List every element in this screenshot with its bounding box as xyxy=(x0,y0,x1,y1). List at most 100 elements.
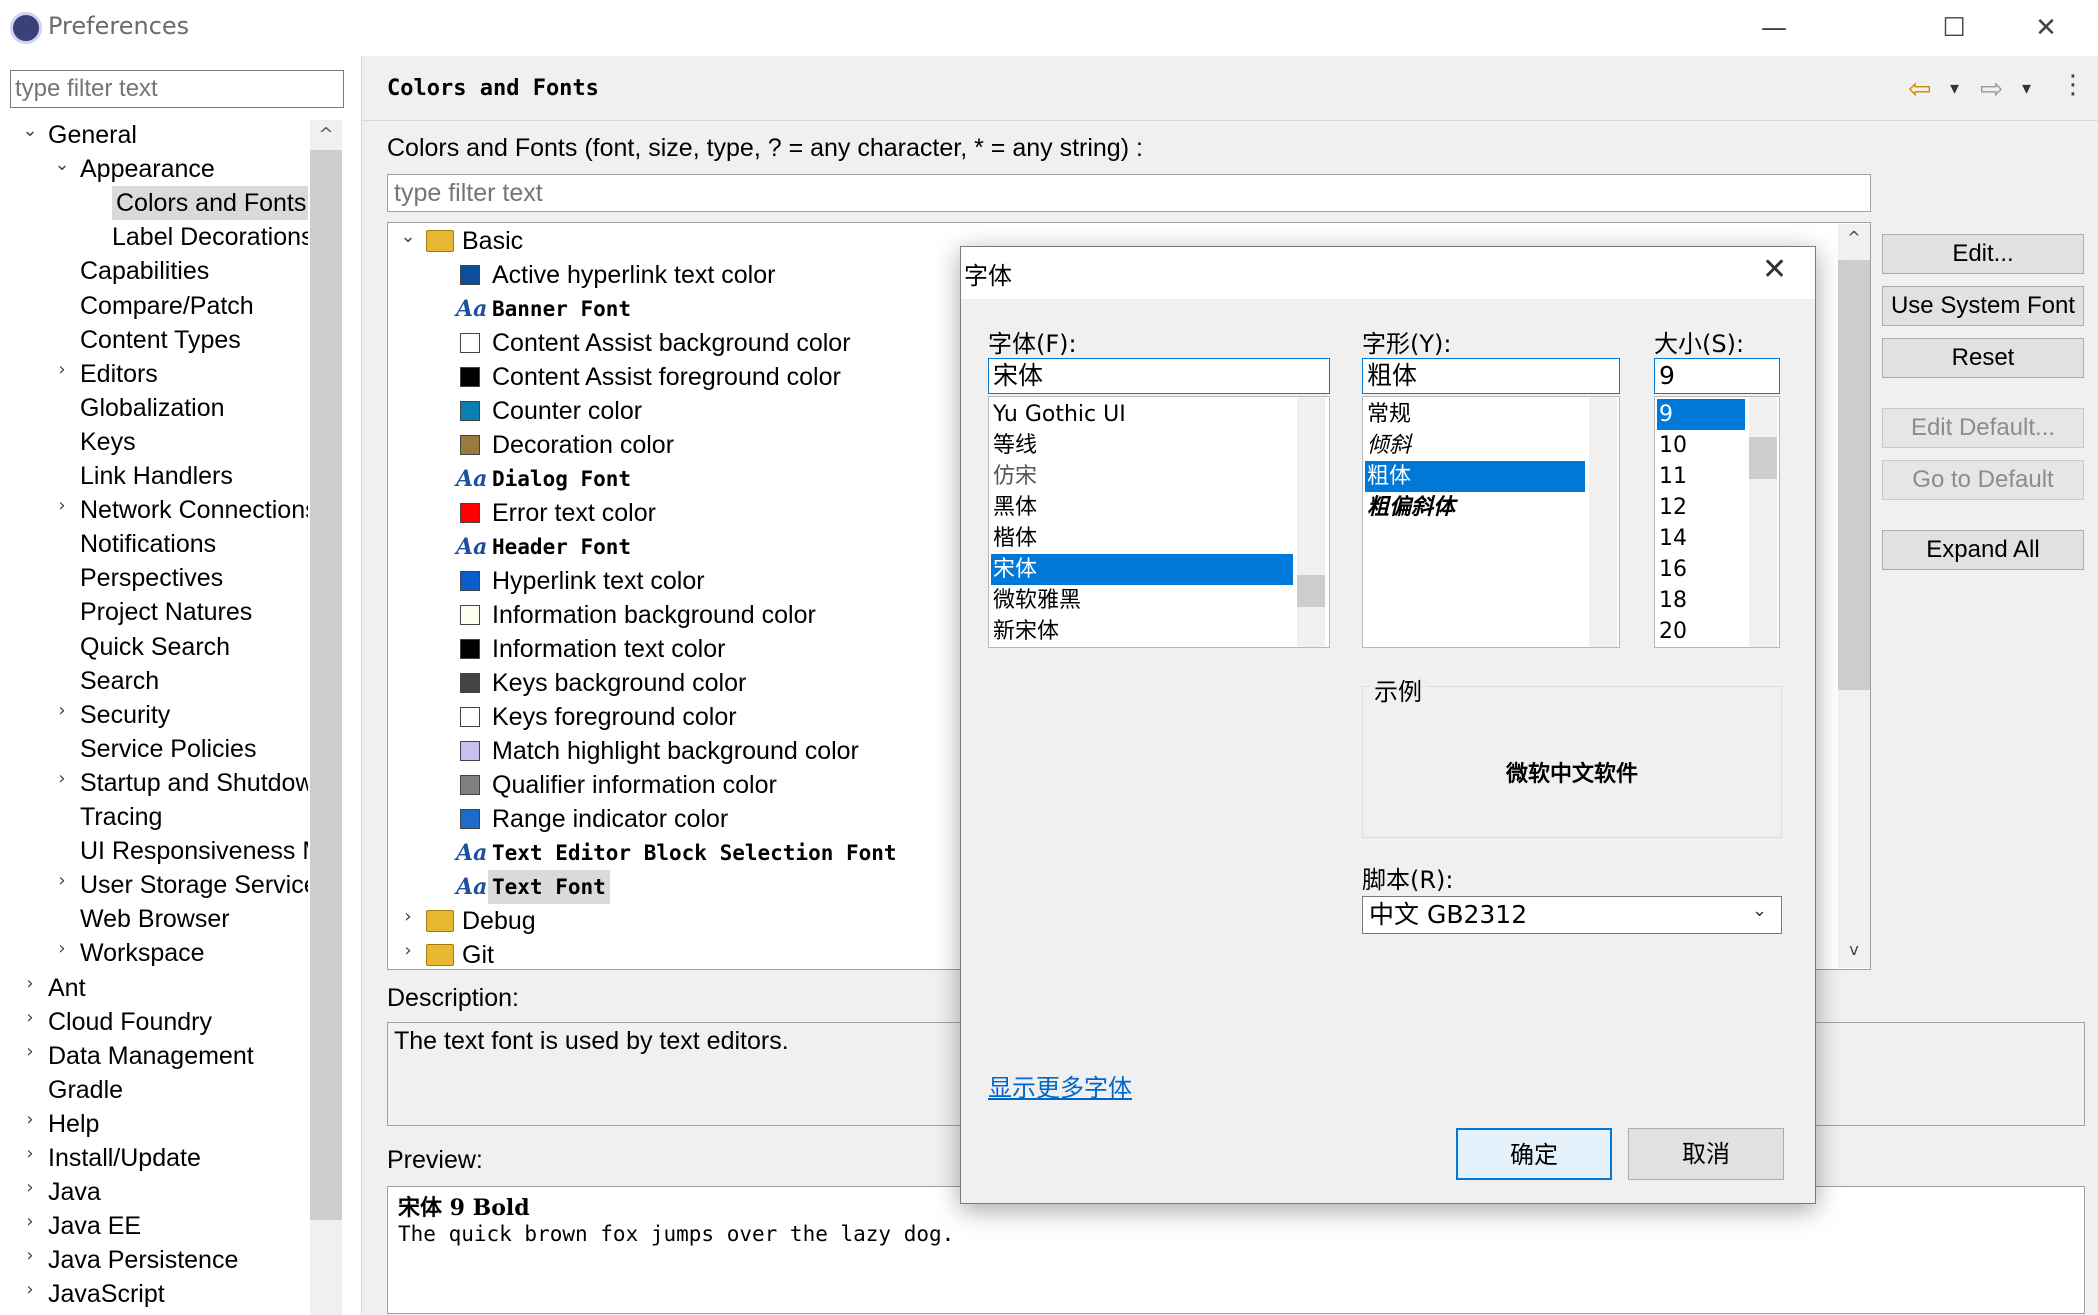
cancel-button[interactable]: 取消 xyxy=(1628,1128,1784,1180)
font-style-input[interactable]: 粗体 xyxy=(1362,358,1620,394)
color-font-item[interactable]: Content Assist foreground color xyxy=(492,360,841,394)
tree-item[interactable]: Project Natures xyxy=(80,595,308,629)
tree-expand-arrow-icon[interactable]: › xyxy=(20,1211,40,1232)
color-font-item[interactable]: Keys foreground color xyxy=(492,700,737,734)
tree-expand-arrow-icon[interactable]: › xyxy=(20,1041,40,1062)
color-font-item[interactable]: Information text color xyxy=(492,632,725,666)
tree-item[interactable]: Appearance xyxy=(80,152,308,186)
font-dialog-close-icon[interactable]: ✕ xyxy=(1762,252,1787,287)
style-list-scrollbar[interactable] xyxy=(1589,397,1617,647)
group-expand-arrow-icon[interactable]: › xyxy=(398,906,418,927)
colors-tree-scroll-up-icon[interactable]: ^ xyxy=(1838,228,1870,247)
color-font-item[interactable]: Banner Font xyxy=(492,292,631,326)
tree-expand-arrow-icon[interactable]: › xyxy=(52,938,72,959)
tree-item[interactable]: Label Decorations xyxy=(112,220,308,254)
tree-item[interactable]: Java xyxy=(48,1175,308,1209)
tree-item[interactable]: Help xyxy=(48,1107,308,1141)
tree-item[interactable]: Security xyxy=(80,698,308,732)
font-list-item[interactable]: 宋体 xyxy=(991,554,1293,585)
show-more-fonts-link[interactable]: 显示更多字体 xyxy=(988,1068,1132,1103)
tree-expand-arrow-icon[interactable]: › xyxy=(20,1177,40,1198)
tree-item[interactable]: Content Types xyxy=(80,323,308,357)
font-list-item[interactable]: 仿宋 xyxy=(991,461,1293,492)
font-list-item[interactable]: 等线 xyxy=(991,430,1293,461)
tree-item[interactable]: Web Browser xyxy=(80,902,308,936)
style-list-item[interactable]: 粗体 xyxy=(1365,461,1585,492)
font-list-item[interactable]: 微软雅黑 xyxy=(991,585,1293,616)
expand-all-button[interactable]: Expand All xyxy=(1882,530,2084,570)
size-list-scrollbar-thumb[interactable] xyxy=(1749,437,1777,479)
tree-expand-arrow-icon[interactable]: › xyxy=(52,870,72,891)
tree-item[interactable]: Globalization xyxy=(80,391,308,425)
color-font-item[interactable]: Information background color xyxy=(492,598,816,632)
size-list-item[interactable]: 16 xyxy=(1657,554,1745,585)
tree-item[interactable]: Link Handlers xyxy=(80,459,308,493)
size-list-item[interactable]: 18 xyxy=(1657,585,1745,616)
tree-item[interactable]: Capabilities xyxy=(80,254,308,288)
tree-item[interactable]: Notifications xyxy=(80,527,308,561)
tree-item[interactable]: Service Policies xyxy=(80,732,308,766)
size-list-item[interactable]: 11 xyxy=(1657,461,1745,492)
tree-item[interactable]: Compare/Patch xyxy=(80,289,308,323)
back-dropdown-icon[interactable]: ▾ xyxy=(1950,78,1959,99)
group-expand-arrow-icon[interactable]: › xyxy=(398,940,418,961)
use-system-font-button[interactable]: Use System Font xyxy=(1882,286,2084,326)
color-font-item[interactable]: Content Assist background color xyxy=(492,326,851,360)
size-list-item[interactable]: 14 xyxy=(1657,523,1745,554)
tree-item[interactable]: Perspectives xyxy=(80,561,308,595)
color-font-item[interactable]: Decoration color xyxy=(492,428,674,462)
minimize-button[interactable]: — xyxy=(1728,6,1820,50)
go-to-default-button[interactable]: Go to Default xyxy=(1882,460,2084,500)
ok-button[interactable]: 确定 xyxy=(1456,1128,1612,1180)
font-list-scrollbar-thumb[interactable] xyxy=(1297,575,1325,607)
tree-item[interactable]: Workspace xyxy=(80,936,308,970)
style-list-item[interactable]: 倾斜 xyxy=(1365,430,1585,461)
font-family-input[interactable]: 宋体 xyxy=(988,358,1330,394)
tree-expand-arrow-icon[interactable]: › xyxy=(52,768,72,789)
color-font-item[interactable]: Dialog Font xyxy=(492,462,631,496)
back-arrow-icon[interactable]: ⇦ xyxy=(1908,72,1931,105)
tree-filter-input[interactable] xyxy=(10,70,344,108)
tree-expand-arrow-icon[interactable]: › xyxy=(20,1109,40,1130)
tree-item[interactable]: Java Persistence xyxy=(48,1243,308,1277)
tree-item[interactable]: Colors and Fonts xyxy=(112,186,308,221)
tree-item[interactable]: Data Management xyxy=(48,1039,308,1073)
maximize-button[interactable]: ☐ xyxy=(1908,6,2000,50)
tree-item[interactable]: General xyxy=(48,118,308,152)
forward-arrow-icon[interactable]: ⇨ xyxy=(1980,72,2003,105)
tree-item[interactable]: JavaScript xyxy=(48,1277,308,1311)
view-menu-icon[interactable]: ⋮ xyxy=(2060,70,2086,100)
font-list-scrollbar[interactable] xyxy=(1297,397,1325,647)
tree-item[interactable]: Ant xyxy=(48,971,308,1005)
tree-item[interactable]: Keys xyxy=(80,425,308,459)
tree-expand-arrow-icon[interactable]: › xyxy=(20,1007,40,1028)
colors-tree-scrollbar-thumb[interactable] xyxy=(1838,260,1870,690)
font-family-list[interactable]: Yu Gothic UI 等线 仿宋 黑体 楷体 宋体 微软雅黑 新宋体 xyxy=(988,396,1330,648)
font-size-list[interactable]: 9 10 11 12 14 16 18 20 xyxy=(1654,396,1780,648)
tree-item[interactable]: Tracing xyxy=(80,800,308,834)
font-list-item[interactable]: 楷体 xyxy=(991,523,1293,554)
size-list-item[interactable]: 12 xyxy=(1657,492,1745,523)
tree-expand-arrow-icon[interactable]: › xyxy=(52,359,72,380)
color-font-item[interactable]: Active hyperlink text color xyxy=(492,258,775,292)
edit-default-button[interactable]: Edit Default... xyxy=(1882,408,2084,448)
style-list-item[interactable]: 常规 xyxy=(1365,399,1585,430)
tree-item[interactable]: Gradle xyxy=(48,1073,308,1107)
color-group-item[interactable]: Basic xyxy=(462,224,523,258)
font-list-item[interactable]: Yu Gothic UI xyxy=(991,399,1293,430)
forward-dropdown-icon[interactable]: ▾ xyxy=(2022,78,2031,99)
tree-expand-arrow-icon[interactable]: › xyxy=(20,1279,40,1300)
reset-button[interactable]: Reset xyxy=(1882,338,2084,378)
color-font-item[interactable]: Header Font xyxy=(492,530,631,564)
size-list-item[interactable]: 10 xyxy=(1657,430,1745,461)
tree-expand-arrow-icon[interactable]: › xyxy=(52,495,72,516)
color-font-item[interactable]: Text Font xyxy=(488,870,610,904)
size-list-scrollbar[interactable] xyxy=(1749,397,1777,647)
tree-expand-arrow-icon[interactable]: › xyxy=(20,973,40,994)
font-style-list[interactable]: 常规 倾斜 粗体 粗偏斜体 xyxy=(1362,396,1620,648)
color-group-item[interactable]: Git xyxy=(462,938,494,972)
tree-item[interactable]: UI Responsiveness Monitoring xyxy=(80,834,308,868)
tree-expand-arrow-icon[interactable]: › xyxy=(20,1245,40,1266)
script-select[interactable]: 中文 GB2312 xyxy=(1362,896,1782,934)
color-font-item[interactable]: Range indicator color xyxy=(492,802,728,836)
